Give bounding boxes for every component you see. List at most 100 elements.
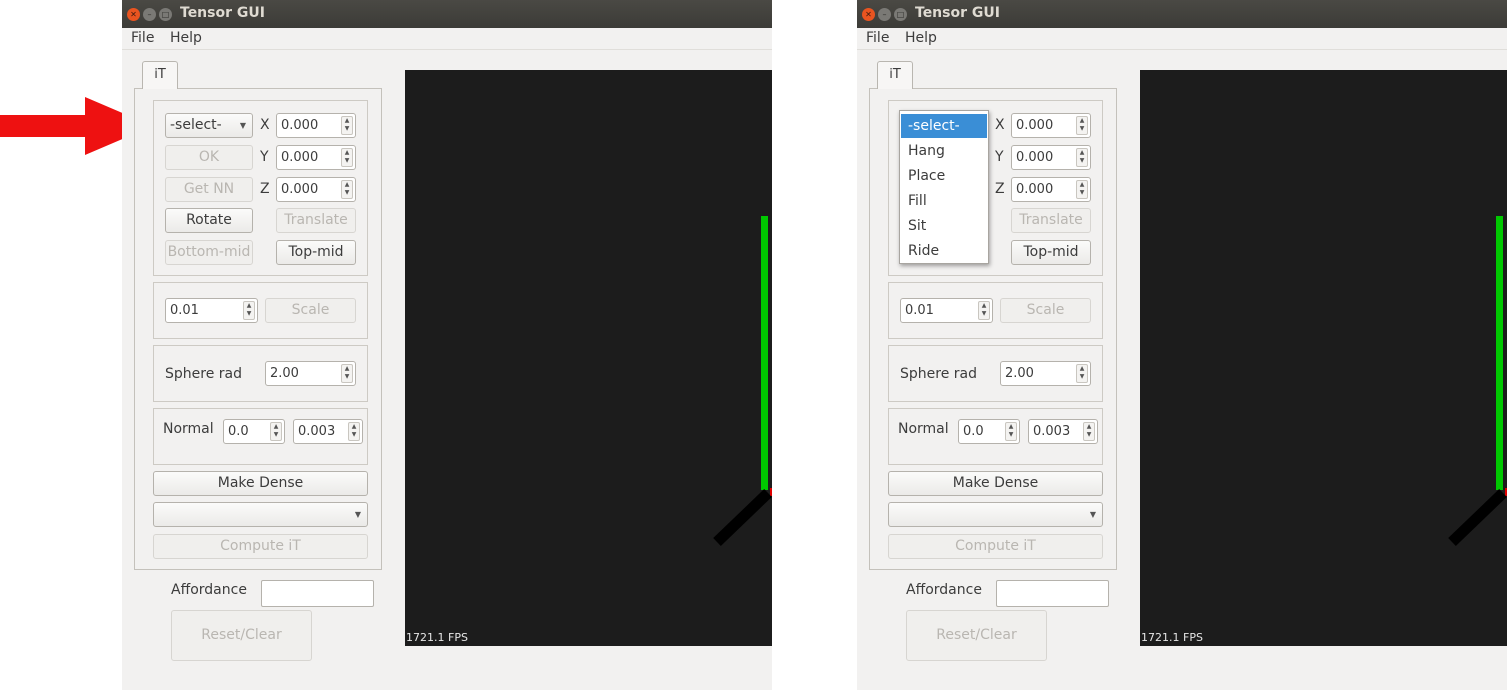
dropdown-option-select[interactable]: -select- [901,114,987,138]
spin-arrows-icon[interactable]: ▲ ▼ [341,116,353,135]
sphere-rad-label: Sphere rad [900,366,977,382]
z-label: Z [995,181,1005,197]
secondary-select[interactable]: ▼ [153,502,368,527]
chevron-down-icon: ▼ [1089,510,1096,519]
scale-button[interactable]: Scale [1000,298,1091,323]
dropdown-option-place[interactable]: Place [901,164,987,188]
minimize-icon[interactable]: – [878,8,891,21]
menu-help[interactable]: Help [905,30,937,46]
spin-arrows-icon[interactable]: ▲ ▼ [348,422,360,441]
normal-group: Normal 0.0 ▲ ▼ 0.003 ▲ ▼ [153,408,368,465]
ok-button[interactable]: OK [165,145,253,170]
sphere-rad-value: 2.00 [1005,366,1034,381]
window-title: Tensor GUI [180,5,265,21]
affordance-input[interactable] [996,580,1109,607]
z-spinbox[interactable]: 0.000 ▲ ▼ [276,177,356,202]
translate-button[interactable]: Translate [276,208,356,233]
tab-it[interactable]: iT [877,61,913,89]
reset-clear-button[interactable]: Reset/Clear [171,610,312,661]
menu-bar: File Help [122,28,772,50]
spin-arrows-icon[interactable]: ▲ ▼ [1005,422,1017,441]
axis-gizmo [1448,216,1507,546]
top-mid-button[interactable]: Top-mid [276,240,356,265]
window-title: Tensor GUI [915,5,1000,21]
x-spinbox[interactable]: 0.000 ▲ ▼ [276,113,356,138]
sphere-rad-spinbox[interactable]: 2.00 ▲ ▼ [265,361,356,386]
compute-it-button[interactable]: Compute iT [153,534,368,559]
dropdown-option-sit[interactable]: Sit [901,214,987,238]
scale-value: 0.01 [905,303,934,318]
y-spinbox[interactable]: 0.000 ▲ ▼ [1011,145,1091,170]
dropdown-option-ride[interactable]: Ride [901,239,987,263]
action-select[interactable]: -select- ▼ [165,113,253,138]
spin-arrows-icon[interactable]: ▲ ▼ [978,301,990,320]
normal-group: Normal 0.0 ▲ ▼ 0.003 ▲ ▼ [888,408,1103,465]
rotate-button[interactable]: Rotate [165,208,253,233]
z-spinbox[interactable]: 0.000 ▲ ▼ [1011,177,1091,202]
normal-a-spinbox[interactable]: 0.0 ▲ ▼ [958,419,1020,444]
normal-b-value: 0.003 [298,424,336,439]
normal-b-value: 0.003 [1033,424,1071,439]
sphere-group: Sphere rad 2.00 ▲ ▼ [153,345,368,402]
action-select-value: -select- [170,117,222,133]
spin-arrows-icon[interactable]: ▲ ▼ [1076,116,1088,135]
maximize-icon[interactable]: □ [894,8,907,21]
z-label: Z [260,181,270,197]
menu-file[interactable]: File [131,30,154,46]
fps-counter: 1721.1 FPS [406,631,468,644]
menu-help[interactable]: Help [170,30,202,46]
z-value: 0.000 [281,182,319,197]
chevron-down-icon: ▼ [354,510,361,519]
spin-arrows-icon[interactable]: ▲ ▼ [341,148,353,167]
spin-arrows-icon[interactable]: ▲ ▼ [1076,364,1088,383]
scale-value: 0.01 [170,303,199,318]
spin-arrows-icon[interactable]: ▲ ▼ [243,301,255,320]
transform-group: -select- ▼ X 0.000 ▲ ▼ OK Y 0.000 ▲ ▼ Get … [153,100,368,276]
x-label: X [260,117,270,133]
3d-viewport[interactable]: 1721.1 FPS [405,70,772,646]
menu-bar: File Help [857,28,1507,50]
3d-viewport[interactable]: 1721.1 FPS [1140,70,1507,646]
chevron-down-icon: ▼ [239,121,246,130]
tab-it[interactable]: iT [142,61,178,89]
normal-a-spinbox[interactable]: 0.0 ▲ ▼ [223,419,285,444]
maximize-icon[interactable]: □ [159,8,172,21]
dropdown-option-hang[interactable]: Hang [901,139,987,163]
dropdown-option-fill[interactable]: Fill [901,189,987,213]
make-dense-button[interactable]: Make Dense [888,471,1103,496]
top-mid-button[interactable]: Top-mid [1011,240,1091,265]
make-dense-button[interactable]: Make Dense [153,471,368,496]
spin-arrows-icon[interactable]: ▲ ▼ [341,180,353,199]
normal-a-value: 0.0 [228,424,249,439]
secondary-select[interactable]: ▼ [888,502,1103,527]
reset-clear-button[interactable]: Reset/Clear [906,610,1047,661]
x-spinbox[interactable]: 0.000 ▲ ▼ [1011,113,1091,138]
tensor-gui-window-left: ✕ – □ Tensor GUI File Help -select- ▼ X … [122,0,772,690]
sphere-rad-spinbox[interactable]: 2.00 ▲ ▼ [1000,361,1091,386]
minimize-icon[interactable]: – [143,8,156,21]
menu-file[interactable]: File [866,30,889,46]
affordance-label: Affordance [906,582,982,598]
title-bar: ✕ – □ Tensor GUI [857,0,1507,28]
affordance-input[interactable] [261,580,374,607]
spin-arrows-icon[interactable]: ▲ ▼ [341,364,353,383]
spin-arrows-icon[interactable]: ▲ ▼ [270,422,282,441]
scale-spinbox[interactable]: 0.01 ▲ ▼ [900,298,993,323]
close-icon[interactable]: ✕ [127,8,140,21]
normal-b-spinbox[interactable]: 0.003 ▲ ▼ [1028,419,1098,444]
scale-button[interactable]: Scale [265,298,356,323]
spin-arrows-icon[interactable]: ▲ ▼ [1076,148,1088,167]
close-icon[interactable]: ✕ [862,8,875,21]
compute-it-button[interactable]: Compute iT [888,534,1103,559]
get-nn-button[interactable]: Get NN [165,177,253,202]
bottom-mid-button[interactable]: Bottom-mid [165,240,253,265]
spin-arrows-icon[interactable]: ▲ ▼ [1083,422,1095,441]
translate-button[interactable]: Translate [1011,208,1091,233]
action-dropdown-list: -select- Hang Place Fill Sit Ride [899,110,989,264]
sphere-rad-value: 2.00 [270,366,299,381]
normal-b-spinbox[interactable]: 0.003 ▲ ▼ [293,419,363,444]
scale-spinbox[interactable]: 0.01 ▲ ▼ [165,298,258,323]
spin-arrows-icon[interactable]: ▲ ▼ [1076,180,1088,199]
y-spinbox[interactable]: 0.000 ▲ ▼ [276,145,356,170]
y-label: Y [995,149,1004,165]
